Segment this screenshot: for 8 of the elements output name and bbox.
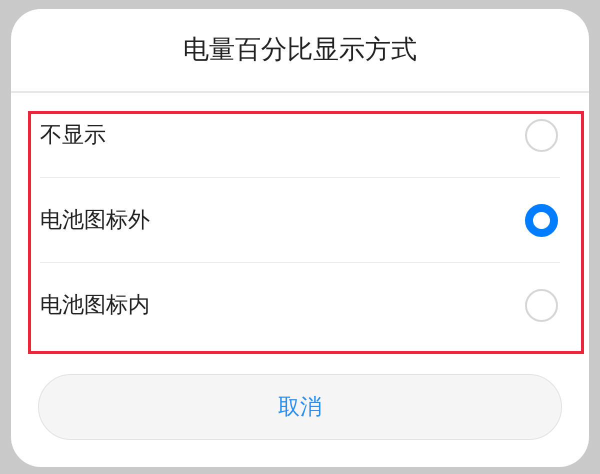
dialog-title: 电量百分比显示方式 [183,34,417,66]
option-row[interactable]: 电池图标内 [40,263,560,348]
radio-button[interactable] [525,204,558,236]
option-row[interactable]: 不显示 [40,93,560,178]
option-row[interactable]: 电池图标外 [40,178,560,263]
option-label: 不显示 [40,122,106,150]
option-label: 电池图标外 [40,206,150,234]
option-label: 电池图标内 [40,292,150,320]
